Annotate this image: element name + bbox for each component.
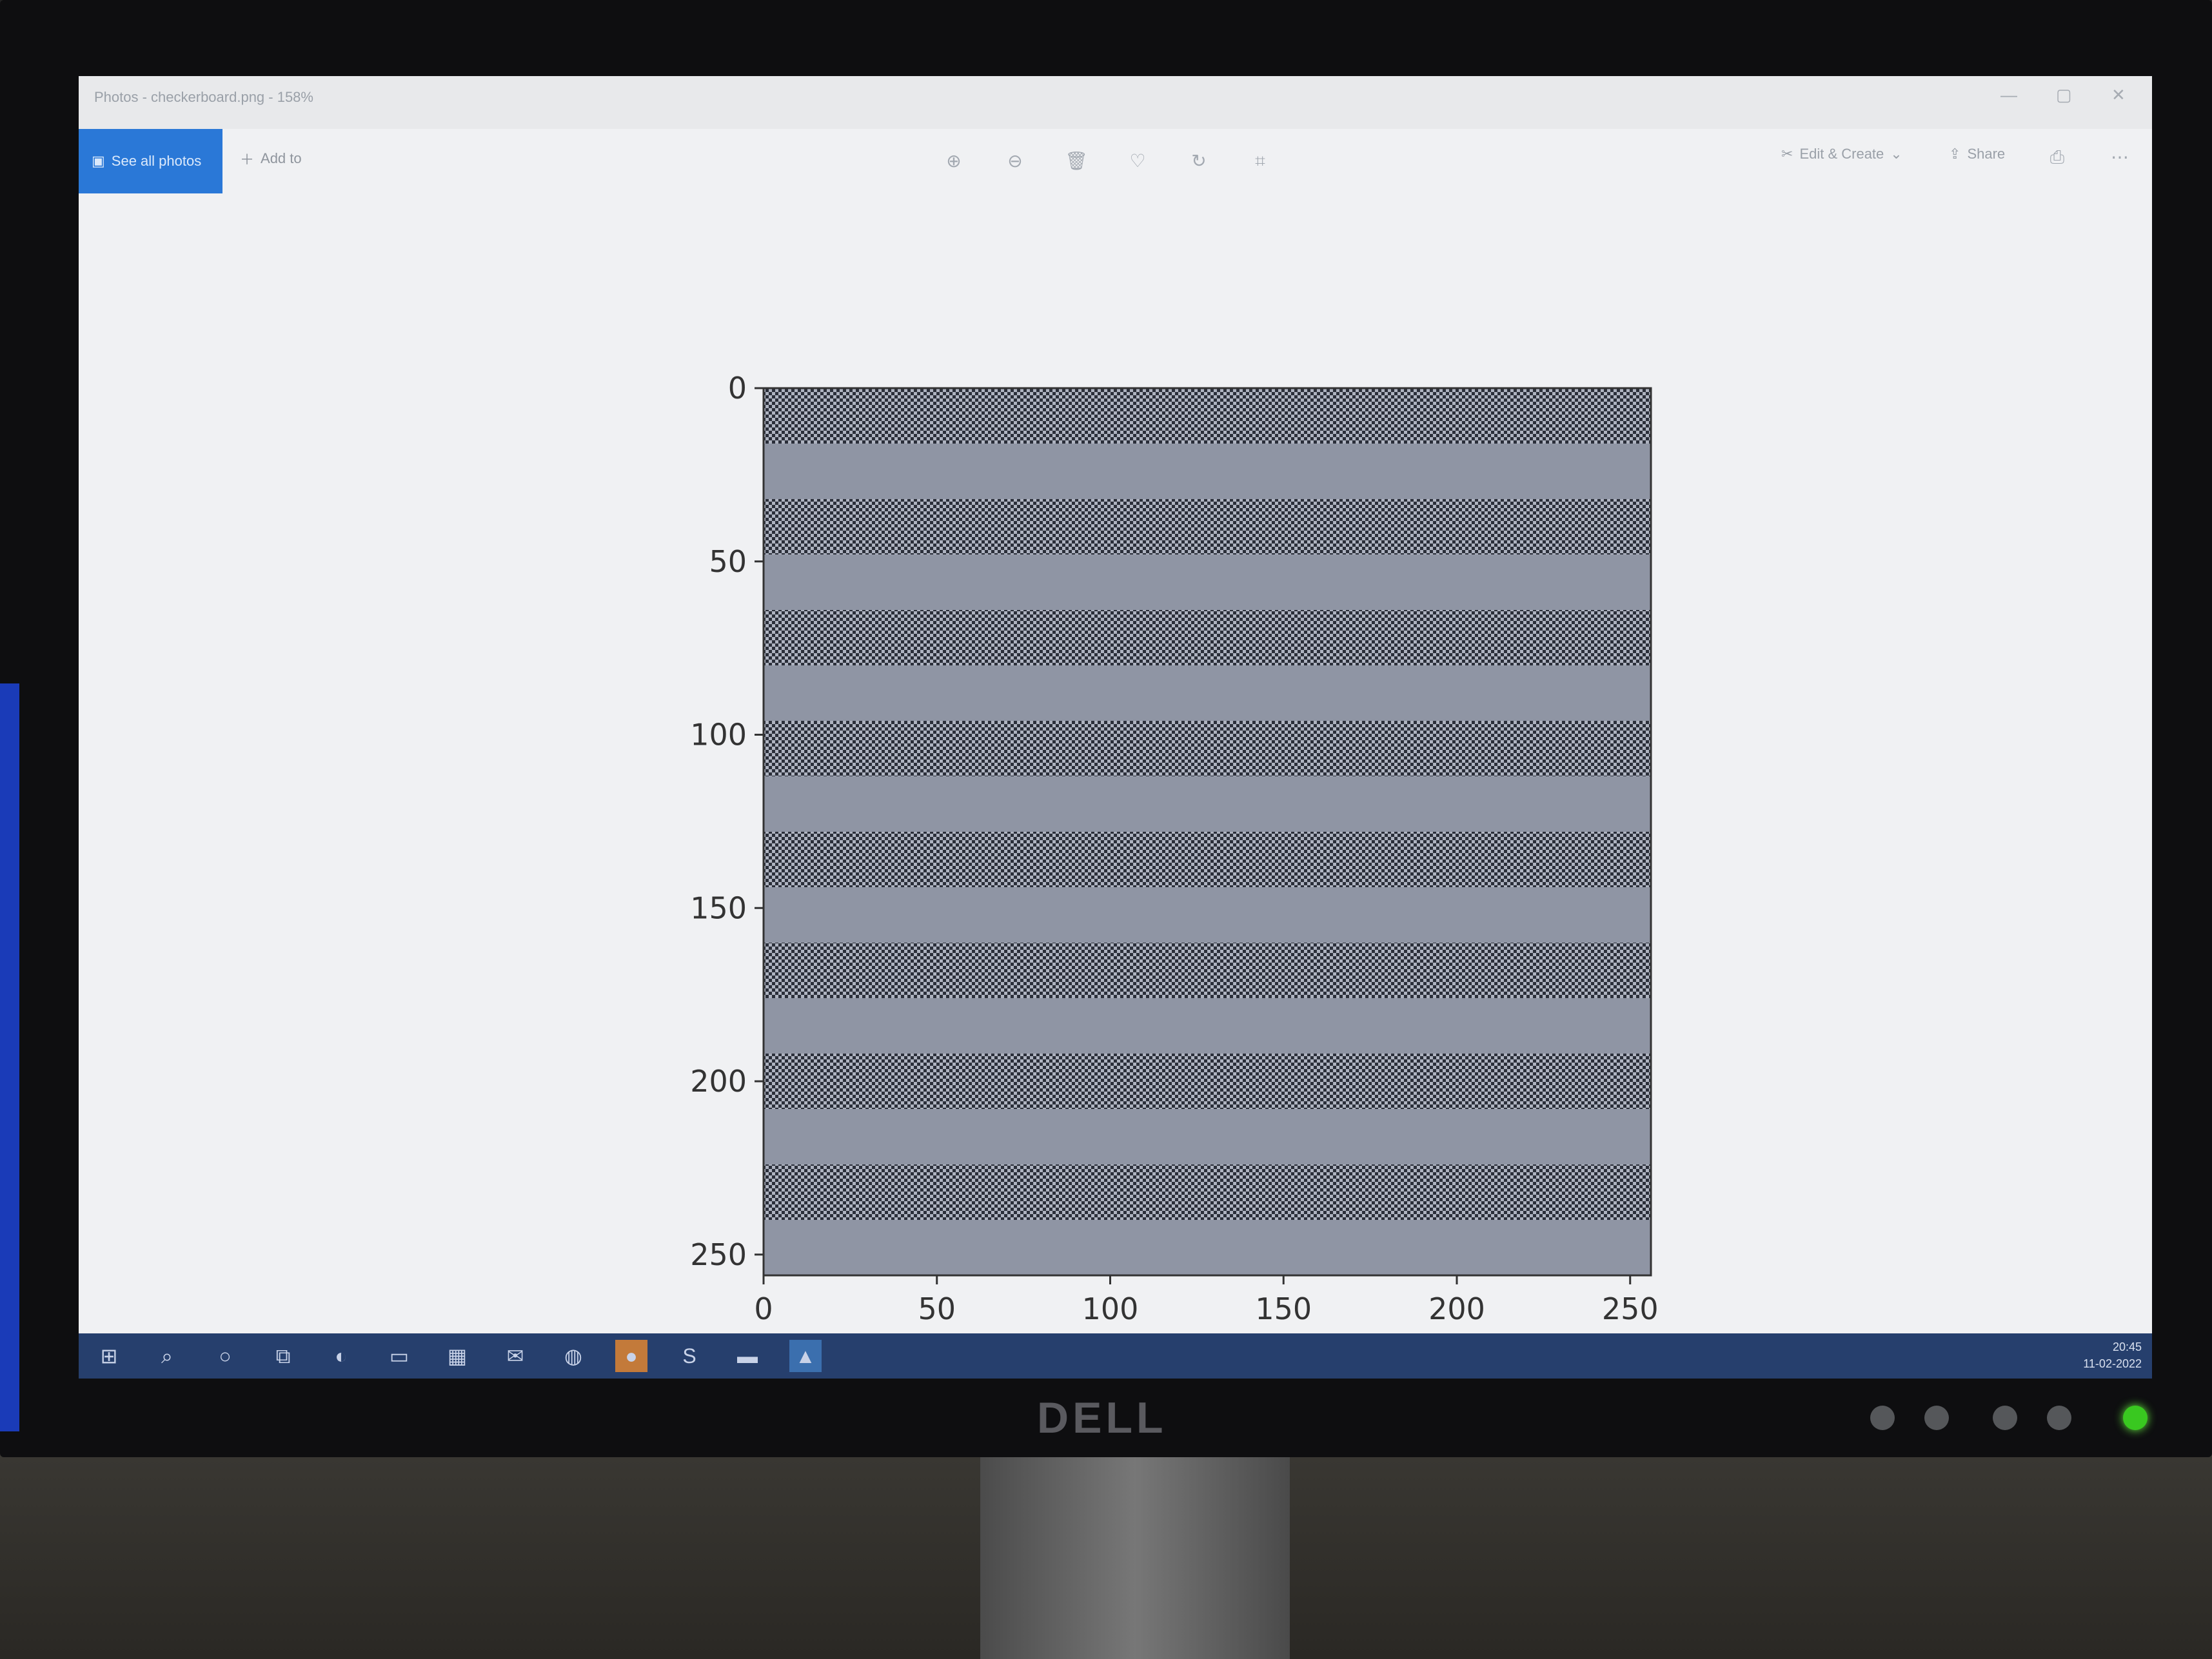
y-axis-ticks: 0 50 100 150 200 250 (690, 371, 764, 1272)
x-tick-label: 150 (1255, 1291, 1312, 1326)
monitor-button-3[interactable] (1993, 1406, 2017, 1430)
plain-stripe (764, 776, 1651, 832)
checker-stripe (764, 1164, 1651, 1220)
app-icon[interactable]: ◍ (557, 1340, 589, 1372)
plain-stripe (764, 1109, 1651, 1164)
terminal-icon[interactable]: ▬ (731, 1340, 764, 1372)
search-icon[interactable]: ⌕ (151, 1340, 183, 1372)
edge-browser-icon[interactable]: ◐ (325, 1340, 357, 1372)
x-tick-label: 200 (1428, 1291, 1485, 1326)
zoom-in-icon[interactable]: ⊕ (941, 148, 967, 174)
crop-icon[interactable]: ⌗ (1247, 148, 1273, 174)
cortana-icon[interactable]: ○ (209, 1340, 241, 1372)
y-tick-label: 50 (709, 544, 747, 579)
power-button[interactable] (2123, 1406, 2148, 1430)
second-monitor-edge (0, 683, 19, 1431)
edit-create-button[interactable]: ✂ Edit & Create ⌄ (1781, 146, 1902, 162)
photos-app-icon[interactable]: ▲ (789, 1340, 822, 1372)
minimize-button[interactable]: — (2000, 85, 2017, 105)
plain-stripe (764, 1220, 1651, 1275)
y-tick-label: 150 (690, 890, 747, 925)
see-all-photos-label: See all photos (111, 153, 202, 169)
photos-toolbar: ▣ See all photos ＋ Add to ⊕ ⊖ 🗑 ♡ ↻ ⌗ ✂ … (79, 129, 2152, 193)
plain-stripe (764, 665, 1651, 721)
y-tick-label: 200 (690, 1064, 747, 1099)
x-tick-label: 0 (754, 1291, 773, 1326)
mail-icon[interactable]: ✉ (499, 1340, 531, 1372)
checker-stripe (764, 1054, 1651, 1109)
windows-start-icon[interactable]: ⊞ (93, 1340, 125, 1372)
close-button[interactable]: ✕ (2111, 85, 2126, 105)
monitor-button-1[interactable] (1870, 1406, 1895, 1430)
checker-stripe (764, 499, 1651, 555)
checker-stripe (764, 832, 1651, 887)
plain-stripe (764, 444, 1651, 499)
monitor-button-2[interactable] (1924, 1406, 1949, 1430)
x-tick-label: 250 (1602, 1291, 1659, 1326)
file-explorer-icon[interactable]: ▭ (383, 1340, 415, 1372)
share-icon: ⇪ (1949, 146, 1961, 162)
delete-icon[interactable]: 🗑 (1063, 148, 1089, 174)
plain-stripe (764, 998, 1651, 1054)
share-button[interactable]: ⇪ Share (1949, 146, 2005, 162)
checker-stripe (764, 943, 1651, 998)
checker-stripe (764, 721, 1651, 776)
y-tick-label: 100 (690, 718, 747, 752)
taskbar-clock[interactable]: 20:45 11-02-2022 (2083, 1339, 2142, 1372)
task-view-icon[interactable]: ⧉ (267, 1340, 299, 1372)
window-titlebar: Photos - checkerboard.png - 158% — ▢ ✕ (79, 76, 2152, 129)
windows-taskbar: ⊞ ⌕ ○ ⧉ ◐ ▭ ▦ ✉ ◍ ● S ▬ ▲ 20:45 11-02-20… (79, 1333, 2152, 1379)
window-title: Photos - checkerboard.png - 158% (94, 89, 313, 105)
y-tick-label: 250 (690, 1237, 747, 1272)
zoom-out-icon[interactable]: ⊖ (1002, 148, 1028, 174)
checker-stripe (764, 610, 1651, 665)
add-to-button[interactable]: ＋ Add to (240, 148, 302, 169)
more-icon[interactable]: ⋯ (2107, 144, 2133, 170)
plus-icon: ＋ (240, 152, 255, 168)
firefox-icon[interactable]: ● (615, 1340, 647, 1372)
see-all-photos-button[interactable]: ▣ See all photos (79, 129, 222, 193)
y-tick-label: 0 (728, 371, 747, 406)
x-tick-label: 100 (1082, 1291, 1139, 1326)
add-to-label: Add to (261, 150, 302, 166)
share-label: Share (1967, 146, 2006, 162)
monitor-button-4[interactable] (2047, 1406, 2071, 1430)
edit-create-label: Edit & Create (1799, 146, 1884, 162)
checkerboard-stripes (764, 388, 1651, 1275)
heart-icon[interactable]: ♡ (1125, 148, 1150, 174)
plain-stripe (764, 887, 1651, 943)
plot-image: 0 50 100 150 200 250 0 50 100 150 200 250 (690, 371, 1659, 1326)
monitor-stand (980, 1457, 1290, 1659)
maximize-button[interactable]: ▢ (2056, 85, 2072, 105)
sublime-text-icon[interactable]: S (673, 1340, 706, 1372)
monitor-screen: Photos - checkerboard.png - 158% — ▢ ✕ ▣… (79, 76, 2152, 1379)
store-icon[interactable]: ▦ (441, 1340, 473, 1372)
checker-stripe (764, 388, 1651, 444)
plain-stripe (764, 555, 1651, 610)
photos-icon: ▣ (92, 153, 105, 169)
dell-logo: DELL (1037, 1393, 1167, 1442)
rotate-icon[interactable]: ↻ (1186, 148, 1212, 174)
clock-date: 11-02-2022 (2083, 1357, 2142, 1370)
edit-icon: ✂ (1781, 146, 1793, 162)
x-tick-label: 50 (918, 1291, 956, 1326)
clock-time: 20:45 (2112, 1340, 2142, 1353)
x-axis-ticks: 0 50 100 150 200 250 (754, 1275, 1659, 1326)
chevron-down-icon: ⌄ (1890, 146, 1902, 162)
print-icon[interactable]: ⎙ (2044, 144, 2070, 170)
